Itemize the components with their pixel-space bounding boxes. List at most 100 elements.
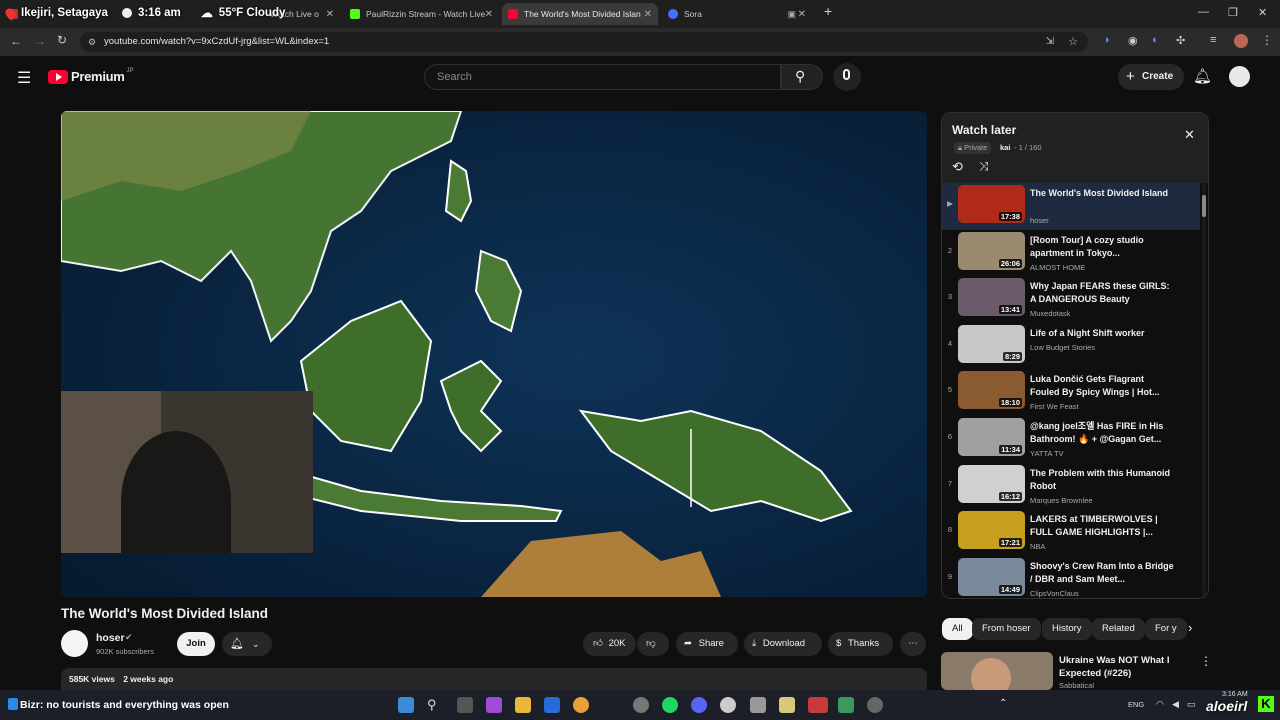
back-icon[interactable]: ←: [10, 34, 22, 48]
playlist-item-thumbnail[interactable]: 18:10: [958, 371, 1025, 410]
playlist-item-thumbnail[interactable]: 8:29: [958, 324, 1025, 363]
chevron-right-icon[interactable]: ›: [1188, 620, 1192, 635]
close-icon[interactable]: ✕: [798, 9, 806, 20]
playlist-item-title[interactable]: Life of a Night Shift worker: [1030, 327, 1175, 340]
obs-icon[interactable]: [633, 697, 649, 713]
account-avatar[interactable]: [1229, 66, 1250, 87]
app-icon-3[interactable]: [867, 697, 883, 713]
tab-mute-icon[interactable]: ▣: [787, 9, 796, 20]
playlist-item-thumbnail[interactable]: 11:34: [958, 418, 1025, 456]
close-icon[interactable]: ✕: [644, 9, 652, 20]
channel-name[interactable]: hoser: [96, 632, 125, 644]
chip-related[interactable]: Related: [1092, 618, 1145, 640]
thanks-button[interactable]: $ Thanks: [828, 632, 893, 656]
bookmark-star-icon[interactable]: ☆: [1068, 32, 1078, 52]
taskbar-search-icon[interactable]: ⚲: [427, 697, 443, 713]
dislike-button[interactable]: 👎︎: [637, 632, 669, 656]
new-tab-icon[interactable]: +: [824, 3, 832, 19]
extension-icon[interactable]: ◗: [1104, 34, 1111, 46]
playlist-item-title[interactable]: Luka Dončić Gets Flagrant Fouled By Spic…: [1030, 373, 1175, 399]
restore-icon[interactable]: ❐: [1228, 6, 1238, 19]
chrome-icon[interactable]: [573, 697, 589, 713]
playlist-item[interactable]: 9 14:49 Shoovy's Crew Ram Into a Bridge / …: [942, 556, 1200, 598]
copilot-icon[interactable]: [486, 697, 502, 713]
playlist-item-thumbnail[interactable]: 14:49: [958, 557, 1025, 596]
wifi-icon[interactable]: ◠: [1156, 699, 1164, 710]
address-bar[interactable]: ⚙ youtube.com/watch?v=9xCzdUf-jrg&list=W…: [80, 32, 1088, 52]
shuffle-icon[interactable]: ⤨: [979, 159, 989, 174]
related-more-icon[interactable]: ⋮: [1200, 654, 1212, 668]
playlist-item-title[interactable]: Why Japan FEARS these GIRLS: A DANGEROUS…: [1030, 280, 1175, 306]
playlist-item-title[interactable]: The World's Most Divided Island: [1030, 187, 1175, 200]
reload-icon[interactable]: ↻: [57, 33, 67, 47]
browser-menu-icon[interactable]: ⋮: [1261, 33, 1273, 47]
search-button[interactable]: ⚲: [781, 64, 823, 90]
playlist-item-thumbnail[interactable]: 26:06: [958, 231, 1025, 270]
playlist-item[interactable]: 7 16:12 The Problem with this Humanoid Rob…: [942, 463, 1200, 510]
spotify-icon[interactable]: [662, 697, 678, 713]
profile-avatar[interactable]: [1234, 34, 1248, 48]
playlist-item-title[interactable]: [Room Tour] A cozy studio apartment in T…: [1030, 234, 1175, 260]
related-video-thumbnail[interactable]: [941, 652, 1053, 690]
scrollbar-thumb[interactable]: [1202, 195, 1206, 217]
related-video-channel[interactable]: Sabbatical: [1059, 681, 1094, 690]
extension-icon-2[interactable]: ◐: [1152, 34, 1159, 46]
incognito-icon[interactable]: ◉: [1128, 34, 1138, 47]
playlist-item-thumbnail[interactable]: 17:21: [958, 511, 1025, 550]
loop-icon[interactable]: ⟲: [952, 159, 963, 175]
playlist-owner[interactable]: kai: [1000, 143, 1010, 152]
store-icon[interactable]: [544, 697, 560, 713]
notepad-icon[interactable]: [750, 697, 766, 713]
voice-search-button[interactable]: [833, 63, 861, 91]
create-button[interactable]: + Create: [1118, 64, 1184, 90]
playlist-item[interactable]: 2 26:06 [Room Tour] A cozy studio apartmen…: [942, 230, 1200, 277]
playlist-item-thumbnail[interactable]: 17:38: [958, 185, 1025, 223]
tray-chevron-up-icon[interactable]: ⌃: [999, 698, 1007, 709]
video-description[interactable]: 585K views 2 weeks ago: [61, 668, 927, 690]
download-button[interactable]: ⤓ Download: [744, 632, 822, 656]
tab-sora[interactable]: Sora ▣ ✕: [662, 3, 812, 25]
join-button[interactable]: Join: [177, 632, 215, 656]
like-button[interactable]: 👍︎ 20K: [583, 632, 636, 656]
playlist-item[interactable]: 4 8:29 Life of a Night Shift worker Low Bud…: [942, 323, 1200, 370]
playlist-item[interactable]: 6 11:34 @kang joel조엘 Has FIRE in His Bathr…: [942, 416, 1200, 463]
site-info-icon[interactable]: ⚙: [88, 32, 96, 52]
volume-icon[interactable]: ◀: [1172, 699, 1179, 710]
playlist-item-thumbnail[interactable]: 13:41: [958, 278, 1025, 317]
window-close-icon[interactable]: ✕: [1258, 6, 1267, 19]
close-icon[interactable]: ✕: [485, 9, 493, 20]
notifications-bell-icon[interactable]: 🔔︎: [1193, 67, 1212, 85]
playlist-item-title[interactable]: LAKERS at TIMBERWOLVES | FULL GAME HIGHL…: [1030, 513, 1175, 539]
task-view-icon[interactable]: [457, 697, 473, 713]
tab-paulrizzin-stream[interactable]: PaulRizzin Stream - Watch Live ✕: [344, 3, 499, 25]
playlist-scrollbar[interactable]: [1202, 183, 1206, 598]
extensions-puzzle-icon[interactable]: ✣: [1176, 34, 1185, 47]
hamburger-menu-icon[interactable]: ☰: [17, 68, 31, 88]
close-icon[interactable]: ✕: [326, 9, 334, 20]
tool-icon[interactable]: [779, 697, 795, 713]
search-input[interactable]: Search: [424, 64, 781, 90]
battery-icon[interactable]: ▭: [1187, 699, 1196, 710]
video-player[interactable]: [61, 111, 927, 597]
discord-icon[interactable]: [691, 697, 707, 713]
chip-for-y[interactable]: For y: [1145, 618, 1187, 640]
playlist-item[interactable]: 8 17:21 LAKERS at TIMBERWOLVES | FULL GAME…: [942, 509, 1200, 556]
channel-avatar[interactable]: [61, 630, 88, 657]
install-icon[interactable]: ⇲: [1046, 32, 1054, 52]
streamlabs-icon[interactable]: [808, 697, 828, 713]
windows-start-icon[interactable]: [398, 697, 414, 713]
app-icon-2[interactable]: [838, 697, 854, 713]
tab-worlds-most-divided-island[interactable]: The World's Most Divided Islan ✕: [502, 3, 658, 25]
input-language[interactable]: ENG: [1128, 700, 1144, 709]
playlist-item[interactable]: ▶ 17:38 The World's Most Divided Island hos…: [942, 183, 1200, 230]
related-video-title[interactable]: Ukraine Was NOT What I Expected (#226): [1059, 654, 1199, 680]
chip-history[interactable]: History: [1042, 618, 1092, 640]
close-playlist-icon[interactable]: ✕: [1184, 127, 1195, 143]
file-explorer-icon[interactable]: [515, 697, 531, 713]
playlist-item[interactable]: 3 13:41 Why Japan FEARS these GIRLS: A DAN…: [942, 276, 1200, 323]
share-button[interactable]: ➦ Share: [676, 632, 738, 656]
more-actions-button[interactable]: ⋯: [900, 632, 926, 656]
playlist-item-title[interactable]: The Problem with this Humanoid Robot: [1030, 467, 1175, 493]
minimize-icon[interactable]: —: [1198, 6, 1209, 18]
taskbar-clock[interactable]: 3:16 AM: [1222, 691, 1248, 698]
